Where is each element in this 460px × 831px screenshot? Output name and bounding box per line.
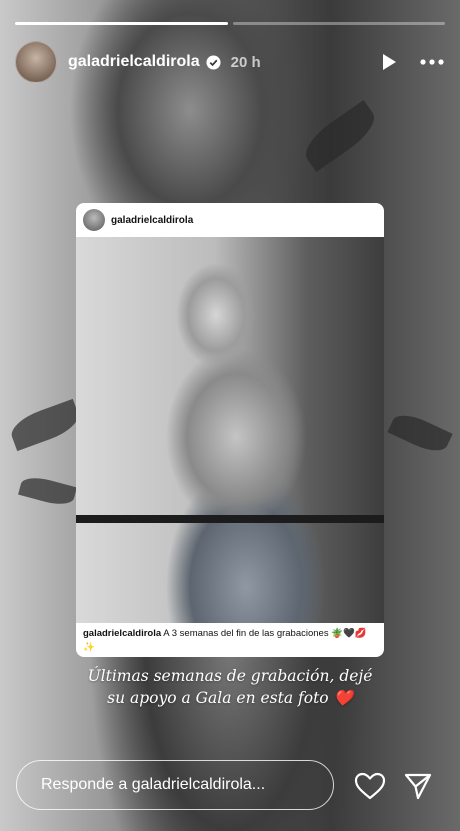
post-time: 20 h — [230, 53, 261, 71]
card-header: galadrielcaldirola — [76, 203, 384, 237]
background-leaf — [6, 398, 84, 452]
reply-placeholder: Responde a galadrielcaldirola... — [41, 776, 266, 793]
story-text-line: su apoyo a Gala en esta foto ❤️ — [107, 689, 353, 707]
story-header: galadrielcaldirola 20 h — [15, 40, 445, 84]
background-leaf — [387, 408, 453, 458]
reply-input[interactable]: Responde a galadrielcaldirola... — [16, 760, 334, 810]
reposted-post-card[interactable]: galadrielcaldirola galadrielcaldirola A … — [76, 203, 384, 657]
card-avatar — [83, 209, 105, 231]
story-screen[interactable]: galadrielcaldirola 20 h galadrielcaldiro… — [0, 0, 460, 831]
background-leaf — [298, 99, 382, 173]
send-icon[interactable] — [403, 771, 433, 801]
card-caption: galadrielcaldirola A 3 semanas del fin d… — [83, 627, 377, 655]
story-progress-bar — [15, 22, 445, 25]
avatar[interactable] — [15, 41, 57, 83]
verified-badge-icon — [206, 54, 221, 70]
heart-icon[interactable] — [354, 772, 386, 800]
play-icon[interactable] — [379, 52, 399, 72]
more-icon[interactable] — [419, 52, 445, 72]
progress-segment — [232, 22, 445, 25]
caption-username: galadrielcaldirola — [83, 628, 162, 639]
story-text-line: Últimas semanas de grabación, dejé — [87, 667, 373, 685]
progress-segment — [15, 22, 228, 25]
card-username: galadrielcaldirola — [111, 214, 194, 226]
username[interactable]: galadrielcaldirola — [68, 53, 200, 71]
story-text-overlay: Últimas semanas de grabación, dejé su ap… — [60, 665, 400, 709]
background-leaf — [18, 473, 77, 509]
photo-railing — [76, 515, 384, 523]
post-photo — [76, 237, 384, 623]
